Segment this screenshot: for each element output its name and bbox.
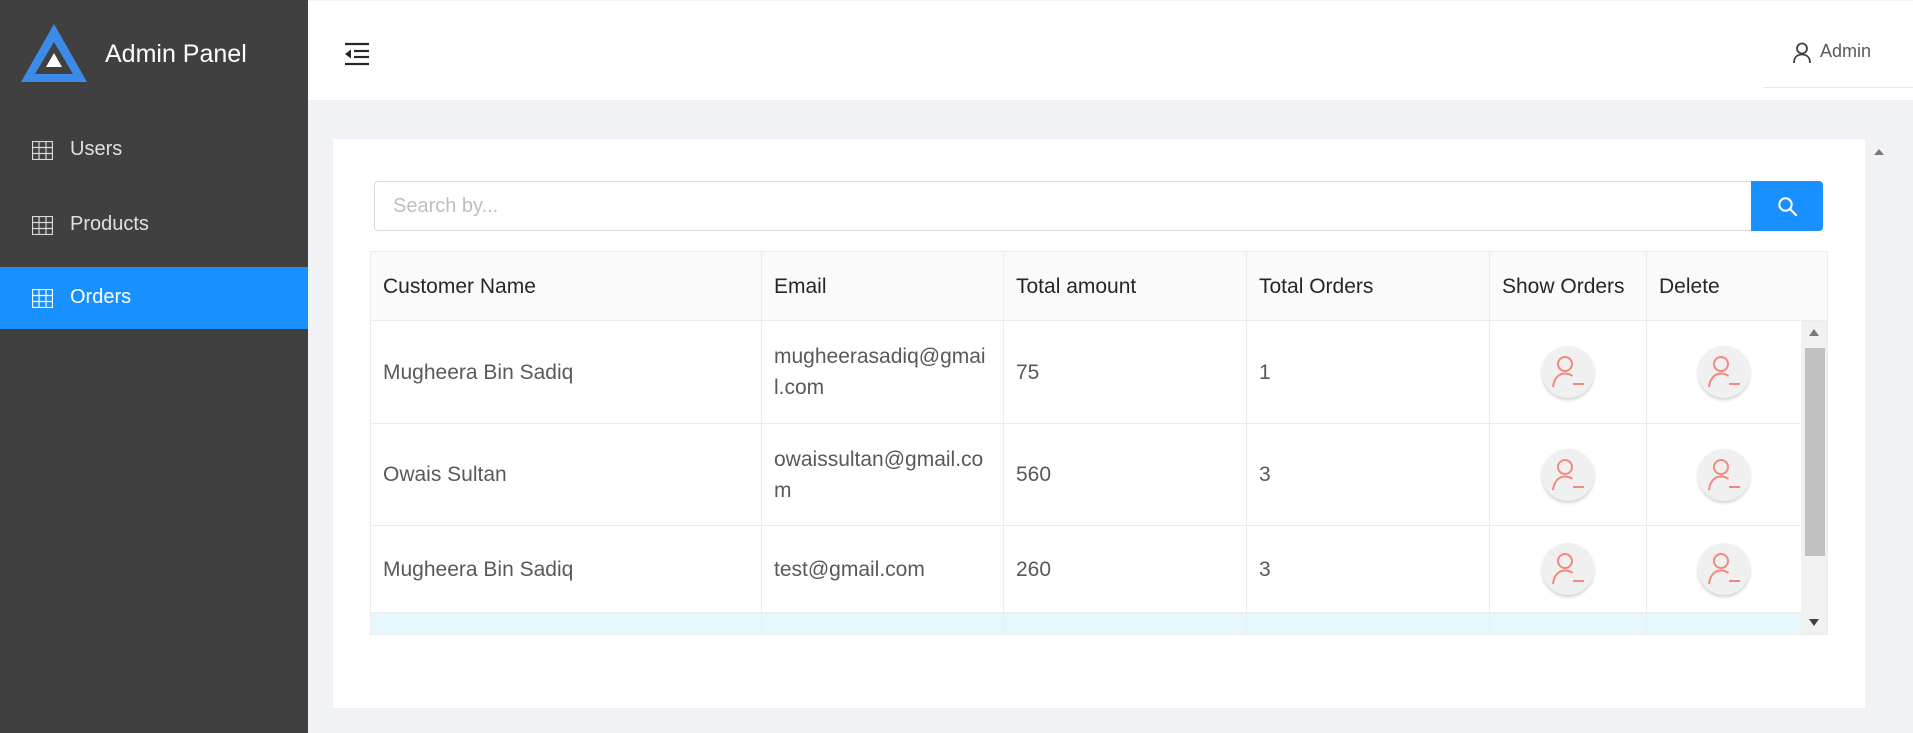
cell-email: test@gmail.com (762, 526, 1004, 612)
table-cell (1647, 613, 1801, 634)
column-header[interactable]: Total amount (1004, 252, 1247, 321)
cell-total-amount: 560 (1004, 424, 1247, 525)
delete-button[interactable] (1698, 346, 1750, 398)
scroll-down-arrow-icon[interactable] (1808, 617, 1820, 627)
scroll-up-arrow-icon[interactable] (1873, 147, 1885, 157)
user-menu[interactable]: Admin (1763, 1, 1913, 88)
table-row (371, 613, 1801, 634)
scroll-up-arrow-icon[interactable] (1808, 328, 1820, 338)
show-orders-button[interactable] (1542, 346, 1594, 398)
sidebar-item-orders[interactable]: Orders (0, 267, 308, 329)
column-header[interactable]: Delete (1647, 252, 1827, 321)
cell-delete (1647, 526, 1801, 612)
column-header[interactable]: Show Orders (1490, 252, 1647, 321)
user-name: Admin (1820, 41, 1872, 61)
cell-show-orders (1490, 526, 1647, 612)
table-cell (1247, 613, 1490, 634)
menu-fold-icon[interactable] (344, 42, 370, 66)
user-delete-icon (1708, 458, 1740, 490)
sidebar-item-users[interactable]: Users (0, 119, 308, 181)
cell-email: owaissultan@gmail.com (762, 424, 1004, 525)
search-button[interactable] (1751, 181, 1823, 231)
sidebar-item-label: Users (70, 138, 123, 160)
search-icon (1778, 197, 1797, 216)
sidebar-item-products[interactable]: Products (0, 194, 308, 256)
scrollbar-thumb[interactable] (1805, 348, 1825, 556)
cell-total-amount: 260 (1004, 526, 1247, 612)
delete-button[interactable] (1698, 448, 1750, 501)
table-cell (762, 613, 1004, 634)
brand-title: Admin Panel (105, 40, 247, 68)
show-orders-button[interactable] (1542, 543, 1594, 595)
table-icon (32, 216, 53, 235)
cell-total-orders: 1 (1247, 321, 1490, 423)
user-delete-icon (1552, 553, 1584, 585)
delete-button[interactable] (1698, 543, 1750, 595)
table-cell (1490, 613, 1647, 634)
table-row: Mugheera Bin Sadiq mugheerasadiq@gmail.c… (371, 321, 1801, 424)
user-icon (1793, 42, 1811, 64)
user-delete-icon (1708, 553, 1740, 585)
user-delete-icon (1552, 356, 1584, 388)
cell-customer-name: Mugheera Bin Sadiq (371, 321, 762, 423)
column-header[interactable]: Customer Name (371, 252, 762, 321)
cell-show-orders (1490, 321, 1647, 423)
top-header: Admin (308, 1, 1913, 100)
cell-customer-name: Owais Sultan (371, 424, 762, 525)
cell-total-amount: 75 (1004, 321, 1247, 423)
column-header[interactable]: Email (762, 252, 1004, 321)
table-icon (32, 141, 53, 160)
table-cell (371, 613, 762, 634)
table-row: Owais Sultan owaissultan@gmail.com 560 3 (371, 424, 1801, 526)
show-orders-button[interactable] (1542, 448, 1594, 501)
cell-total-orders: 3 (1247, 526, 1490, 612)
sidebar-item-label: Products (70, 213, 149, 235)
cell-show-orders (1490, 424, 1647, 525)
user-delete-icon (1708, 356, 1740, 388)
cell-delete (1647, 321, 1801, 423)
column-header[interactable]: Total Orders (1247, 252, 1490, 321)
table-icon (32, 289, 53, 308)
table-cell (1004, 613, 1247, 634)
cell-total-orders: 3 (1247, 424, 1490, 525)
cell-email: mugheerasadiq@gmail.com (762, 321, 1004, 423)
cell-delete (1647, 424, 1801, 525)
orders-table: Customer Name Email Total amount Total O… (370, 251, 1828, 635)
sidebar-item-label: Orders (70, 286, 132, 308)
table-header: Customer Name Email Total amount Total O… (371, 252, 1827, 321)
table-scrollbar[interactable] (1801, 321, 1827, 634)
table-row: Mugheera Bin Sadiq test@gmail.com 260 3 (371, 526, 1801, 613)
user-delete-icon (1552, 458, 1584, 490)
sidebar: Admin Panel Users Products Orders (0, 0, 308, 733)
brand: Admin Panel (0, 0, 308, 108)
cell-customer-name: Mugheera Bin Sadiq (371, 526, 762, 612)
triangle-logo-icon (21, 24, 87, 82)
search-input[interactable] (374, 181, 1752, 231)
